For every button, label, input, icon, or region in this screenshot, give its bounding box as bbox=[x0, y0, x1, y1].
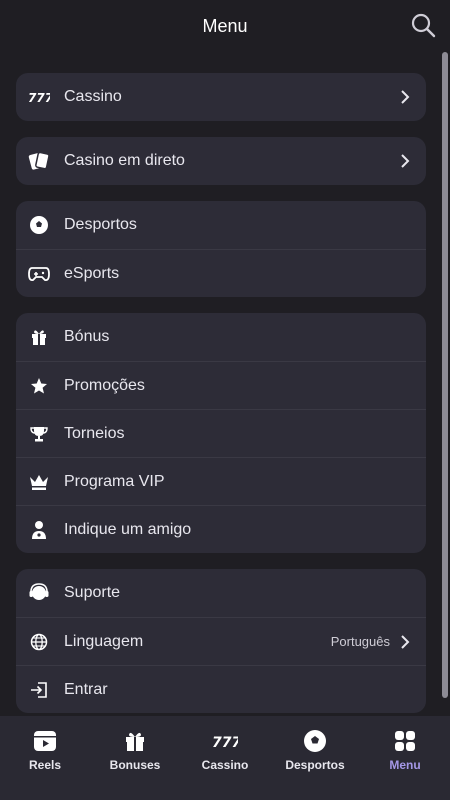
reels-icon bbox=[32, 728, 58, 754]
menu-item-esports[interactable]: eSports bbox=[16, 249, 426, 297]
scrollbar[interactable] bbox=[442, 52, 448, 698]
menu-item-suporte[interactable]: Suporte bbox=[16, 569, 426, 617]
nav-reels[interactable]: Reels bbox=[5, 728, 85, 772]
star-icon bbox=[28, 375, 50, 397]
svg-text:777: 777 bbox=[28, 91, 50, 105]
nav-cassino[interactable]: 777 Cassino bbox=[185, 728, 265, 772]
soccer-ball-icon bbox=[28, 214, 50, 236]
slots-777-icon: 777 bbox=[212, 728, 238, 754]
svg-text:777: 777 bbox=[212, 735, 238, 751]
menu-group-sports: Desportos eSports bbox=[16, 201, 426, 297]
menu-item-desportos[interactable]: Desportos bbox=[16, 201, 426, 249]
cards-icon bbox=[28, 150, 50, 172]
nav-menu[interactable]: Menu bbox=[365, 728, 445, 772]
login-icon bbox=[28, 679, 50, 701]
search-icon[interactable] bbox=[410, 12, 436, 38]
gift-icon bbox=[122, 728, 148, 754]
language-value: Português bbox=[330, 634, 390, 649]
bottom-nav: Reels Bonuses 777 Cassino Desportos Menu bbox=[0, 716, 450, 800]
gift-icon bbox=[28, 326, 50, 348]
menu-item-cassino[interactable]: 777 Cassino bbox=[16, 73, 426, 121]
soccer-ball-icon bbox=[302, 728, 328, 754]
menu-group-settings: Suporte Linguagem Português Entrar bbox=[16, 569, 426, 713]
grid-icon bbox=[392, 728, 418, 754]
user-icon bbox=[28, 519, 50, 541]
slots-777-icon: 777 bbox=[28, 86, 50, 108]
chevron-right-icon bbox=[398, 90, 412, 104]
menu-item-promocoes[interactable]: Promoções bbox=[16, 361, 426, 409]
menu-item-indique-um-amigo[interactable]: Indique um amigo bbox=[16, 505, 426, 553]
menu-item-casino-em-direto[interactable]: Casino em direto bbox=[16, 137, 426, 185]
menu-item-linguagem[interactable]: Linguagem Português bbox=[16, 617, 426, 665]
menu-list: 777 Cassino Casino em direto Desportos e… bbox=[16, 73, 426, 729]
menu-item-torneios[interactable]: Torneios bbox=[16, 409, 426, 457]
menu-group-casino: 777 Cassino bbox=[16, 73, 426, 121]
menu-group-rewards: Bónus Promoções Torneios Programa VIP In… bbox=[16, 313, 426, 553]
gamepad-icon bbox=[28, 263, 50, 285]
headset-icon bbox=[28, 582, 50, 604]
menu-item-programa-vip[interactable]: Programa VIP bbox=[16, 457, 426, 505]
globe-icon bbox=[28, 631, 50, 653]
header: Menu bbox=[0, 0, 450, 52]
nav-desportos[interactable]: Desportos bbox=[275, 728, 355, 772]
menu-group-live-casino: Casino em direto bbox=[16, 137, 426, 185]
menu-item-bonus[interactable]: Bónus bbox=[16, 313, 426, 361]
crown-icon bbox=[28, 471, 50, 493]
chevron-right-icon bbox=[398, 634, 412, 649]
menu-item-entrar[interactable]: Entrar bbox=[16, 665, 426, 713]
chevron-right-icon bbox=[398, 154, 412, 168]
nav-bonuses[interactable]: Bonuses bbox=[95, 728, 175, 772]
trophy-icon bbox=[28, 423, 50, 445]
page-title: Menu bbox=[202, 15, 248, 36]
